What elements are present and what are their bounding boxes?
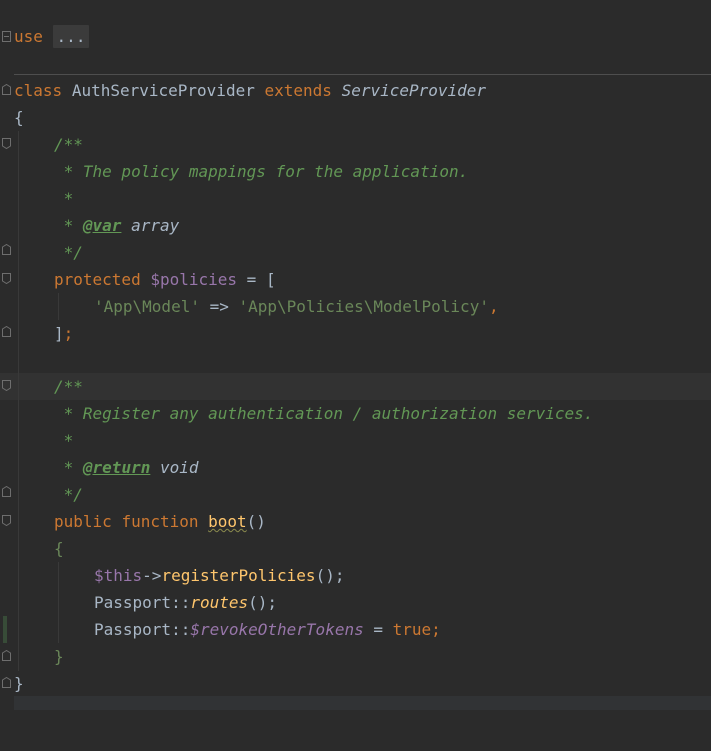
code-line-doc2-open[interactable]: /**: [0, 373, 711, 400]
mapping-arrow: =>: [199, 297, 239, 316]
class-name: AuthServiceProvider: [71, 81, 255, 100]
indent-guide: [58, 562, 59, 643]
mapping-key: 'App\Model': [94, 297, 200, 316]
parent-class-name: ServiceProvider: [341, 81, 487, 100]
method-open-brace: {: [54, 539, 64, 558]
static-separator: ::: [171, 593, 191, 612]
indent-guide: [58, 293, 59, 320]
code-area[interactable]: use ... class AuthServiceProvider extend…: [0, 0, 711, 710]
code-line-doc2-blank[interactable]: *: [0, 427, 711, 454]
doc-comment-blank: *: [54, 189, 74, 208]
doc-comment-star: *: [54, 216, 83, 235]
vcs-change-marker[interactable]: [3, 616, 7, 643]
passport-class: Passport: [94, 620, 172, 639]
assign-operator: =: [363, 620, 393, 639]
code-line-array-close[interactable]: ];: [0, 320, 711, 347]
this-variable: $this: [94, 566, 143, 585]
code-line-method[interactable]: public function boot(): [0, 508, 711, 535]
keyword-function: function: [121, 512, 199, 531]
indent-guide: [18, 131, 19, 671]
call-register-policies: registerPolicies: [161, 566, 316, 585]
fold-toggle-icon[interactable]: [2, 326, 11, 337]
fold-toggle-icon[interactable]: [2, 650, 11, 661]
code-line-doc2-desc[interactable]: * Register any authentication / authoriz…: [0, 400, 711, 427]
fold-toggle-icon[interactable]: [2, 515, 11, 526]
array-open: = [: [237, 270, 276, 289]
doc-type-void: void: [150, 458, 199, 477]
value-true: true: [392, 620, 432, 639]
code-line-doc1-open[interactable]: /**: [0, 131, 711, 158]
fold-toggle-icon[interactable]: [2, 244, 11, 255]
call-routes: routes: [190, 593, 249, 612]
code-line-doc1-close[interactable]: */: [0, 239, 711, 266]
section-separator: [14, 74, 711, 75]
doc-comment-open: /**: [54, 377, 83, 396]
editor-bottom-strip: [14, 696, 711, 710]
code-line-mapping[interactable]: 'App\Model' => 'App\Policies\ModelPolicy…: [0, 293, 711, 320]
fold-toggle-icon[interactable]: [2, 380, 11, 391]
keyword-use: use: [14, 27, 43, 46]
code-line-method-close[interactable]: }: [0, 643, 711, 670]
call-tail: ();: [315, 566, 345, 585]
fold-toggle-icon[interactable]: [2, 138, 11, 149]
fold-toggle-icon[interactable]: [2, 677, 11, 688]
fold-toggle-icon[interactable]: [2, 486, 11, 497]
code-line-stmt3[interactable]: Passport::$revokeOtherTokens = true;: [0, 616, 711, 643]
doc-comment-blank: *: [54, 431, 74, 450]
semicolon: ;: [63, 324, 74, 343]
doc-tag-return: @return: [82, 458, 151, 477]
doc-comment-description: * Register any authentication / authoriz…: [54, 404, 594, 423]
code-line-doc1-desc[interactable]: * The policy mappings for the applicatio…: [0, 158, 711, 185]
code-line-method-open[interactable]: {: [0, 535, 711, 562]
keyword-public: public: [54, 512, 112, 531]
method-close-brace: }: [54, 647, 64, 666]
doc-comment-open: /**: [54, 135, 83, 154]
method-name-boot: boot: [208, 512, 247, 531]
object-arrow: ->: [142, 566, 162, 585]
keyword-protected: protected: [54, 270, 141, 289]
property-policies: $policies: [150, 270, 238, 289]
passport-class: Passport: [94, 593, 172, 612]
code-line-stmt2[interactable]: Passport::routes();: [0, 589, 711, 616]
folded-imports[interactable]: ...: [52, 25, 90, 48]
code-line-open-brace[interactable]: {: [0, 104, 711, 131]
code-line-stmt1[interactable]: $this->registerPolicies();: [0, 562, 711, 589]
code-line-use[interactable]: use ...: [0, 23, 711, 50]
call-tail: ();: [248, 593, 278, 612]
code-line-doc1-blank[interactable]: *: [0, 185, 711, 212]
fold-toggle-icon[interactable]: [2, 273, 11, 284]
keyword-class: class: [14, 81, 63, 100]
code-line-property[interactable]: protected $policies = [: [0, 266, 711, 293]
doc-comment-close: */: [54, 485, 83, 504]
doc-comment-close: */: [54, 243, 83, 262]
code-line-class[interactable]: class AuthServiceProvider extends Servic…: [0, 77, 711, 104]
array-close: ]: [54, 324, 64, 343]
doc-type-array: array: [121, 216, 180, 235]
doc-comment-star: *: [54, 458, 83, 477]
class-close-brace: }: [14, 674, 24, 693]
code-line-class-close[interactable]: }: [0, 670, 711, 697]
static-separator: ::: [171, 620, 191, 639]
semicolon: ;: [431, 620, 441, 639]
code-editor[interactable]: use ... class AuthServiceProvider extend…: [0, 0, 711, 710]
fold-toggle-icon[interactable]: [2, 84, 11, 95]
code-line-doc2-return[interactable]: * @return void: [0, 454, 711, 481]
mapping-value: 'App\Policies\ModelPolicy': [238, 297, 489, 316]
open-brace: {: [14, 108, 24, 127]
code-line-doc2-close[interactable]: */: [0, 481, 711, 508]
doc-comment-description: * The policy mappings for the applicatio…: [54, 162, 469, 181]
keyword-extends: extends: [264, 81, 332, 100]
static-property-revoke: $revokeOtherTokens: [190, 620, 364, 639]
fold-toggle-icon[interactable]: [2, 31, 11, 42]
method-parens: (): [246, 512, 266, 531]
mapping-comma: ,: [488, 297, 499, 316]
doc-tag-var: @var: [82, 216, 122, 235]
code-line-doc1-var[interactable]: * @var array: [0, 212, 711, 239]
